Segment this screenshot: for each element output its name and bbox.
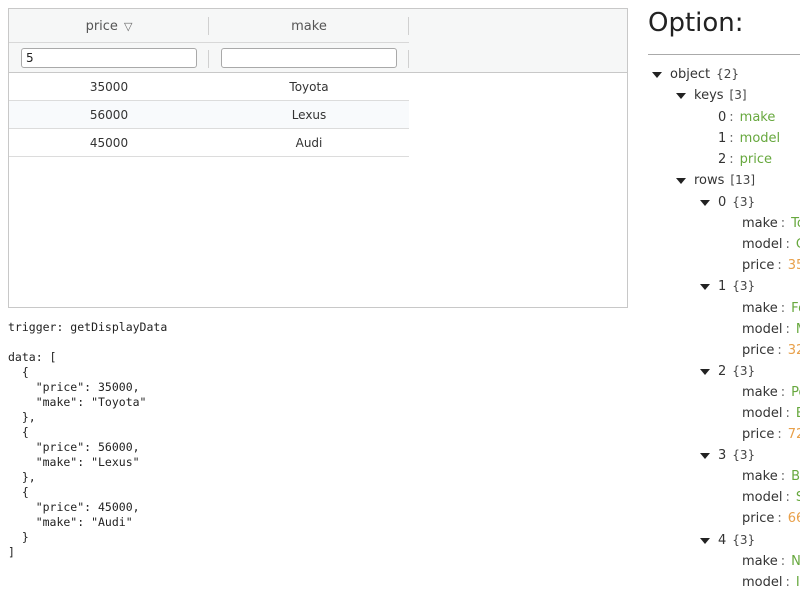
caret-down-icon[interactable] (700, 452, 710, 459)
data-grid: price ▽ make 35000 Toyota 56000 Lexus 45… (8, 8, 628, 308)
grid-header: price ▽ make (9, 9, 627, 73)
filter-row (9, 43, 409, 73)
price-cell[interactable]: 56000 (9, 101, 209, 129)
tree-count: [3] (729, 88, 747, 102)
table-row[interactable]: 35000 Toyota (9, 73, 409, 101)
option-panel-title: Option: (648, 8, 744, 38)
filter-cell-price (9, 43, 209, 73)
filter-triangle-icon[interactable]: ▽ (124, 20, 132, 33)
grid-body: 35000 Toyota 56000 Lexus 45000 Audi (9, 73, 409, 157)
tree-key: rows (694, 173, 725, 188)
caret-down-icon[interactable] (700, 199, 710, 206)
tree-count: [13] (730, 173, 756, 187)
tree-node-row[interactable]: 2 {3} (700, 361, 755, 382)
tree-leaf: price:66 (742, 511, 800, 526)
column-header-make[interactable]: make (209, 9, 409, 43)
filter-cell-make (209, 43, 409, 73)
tree-node-row[interactable]: 1 {3} (700, 276, 755, 297)
caret-down-icon[interactable] (700, 283, 710, 290)
divider (648, 54, 800, 55)
tree-leaf: model:B (742, 406, 800, 421)
make-cell[interactable]: Toyota (209, 73, 409, 101)
column-header-label: make (291, 18, 327, 34)
tree-leaf: price:32 (742, 343, 800, 358)
tree-leaf: 2: price (718, 152, 773, 167)
column-header-price[interactable]: price ▽ (9, 9, 209, 43)
tree-node-object[interactable]: object {2} (652, 64, 739, 85)
tree-leaf: make:Po (742, 385, 800, 400)
tree-leaf: model:S (742, 490, 800, 505)
price-filter-input[interactable] (21, 48, 197, 68)
option-tree: object {2} keys [3] 0: make 1: model 2: pri… (648, 64, 800, 600)
trigger-output-log: trigger: getDisplayData data: [ { "price… (8, 320, 168, 559)
price-cell[interactable]: 45000 (9, 129, 209, 157)
tree-leaf: price:35 (742, 258, 800, 273)
tree-node-row[interactable]: 4 {3} (700, 530, 755, 551)
table-row[interactable]: 45000 Audi (9, 129, 409, 157)
column-header-label: price (85, 18, 118, 34)
tree-key: object (670, 67, 711, 82)
tree-leaf: model:C (742, 237, 800, 252)
tree-leaf: model: I (742, 575, 800, 590)
table-row[interactable]: 56000 Lexus (9, 101, 409, 129)
caret-down-icon[interactable] (700, 537, 710, 544)
tree-leaf: make: B (742, 469, 800, 484)
tree-node-rows[interactable]: rows [13] (676, 170, 755, 191)
tree-leaf: make:To (742, 216, 800, 231)
tree-leaf: 0: make (718, 110, 776, 125)
column-header-row: price ▽ make (9, 9, 409, 43)
tree-node-keys[interactable]: keys [3] (676, 85, 747, 106)
tree-node-row[interactable]: 0 {3} (700, 192, 755, 213)
tree-node-row[interactable]: 3 {3} (700, 445, 755, 466)
make-cell[interactable]: Lexus (209, 101, 409, 129)
tree-count: {2} (716, 67, 739, 81)
caret-down-icon[interactable] (676, 92, 686, 99)
tree-leaf: model:M (742, 322, 800, 337)
tree-leaf: 1: model (718, 131, 781, 146)
price-cell[interactable]: 35000 (9, 73, 209, 101)
tree-leaf: price:72 (742, 427, 800, 442)
caret-down-icon[interactable] (676, 177, 686, 184)
make-filter-input[interactable] (221, 48, 397, 68)
caret-down-icon[interactable] (652, 71, 662, 78)
caret-down-icon[interactable] (700, 368, 710, 375)
tree-leaf: make: N (742, 554, 800, 569)
tree-key: keys (694, 88, 724, 103)
make-cell[interactable]: Audi (209, 129, 409, 157)
tree-leaf: make:Fo (742, 301, 800, 316)
